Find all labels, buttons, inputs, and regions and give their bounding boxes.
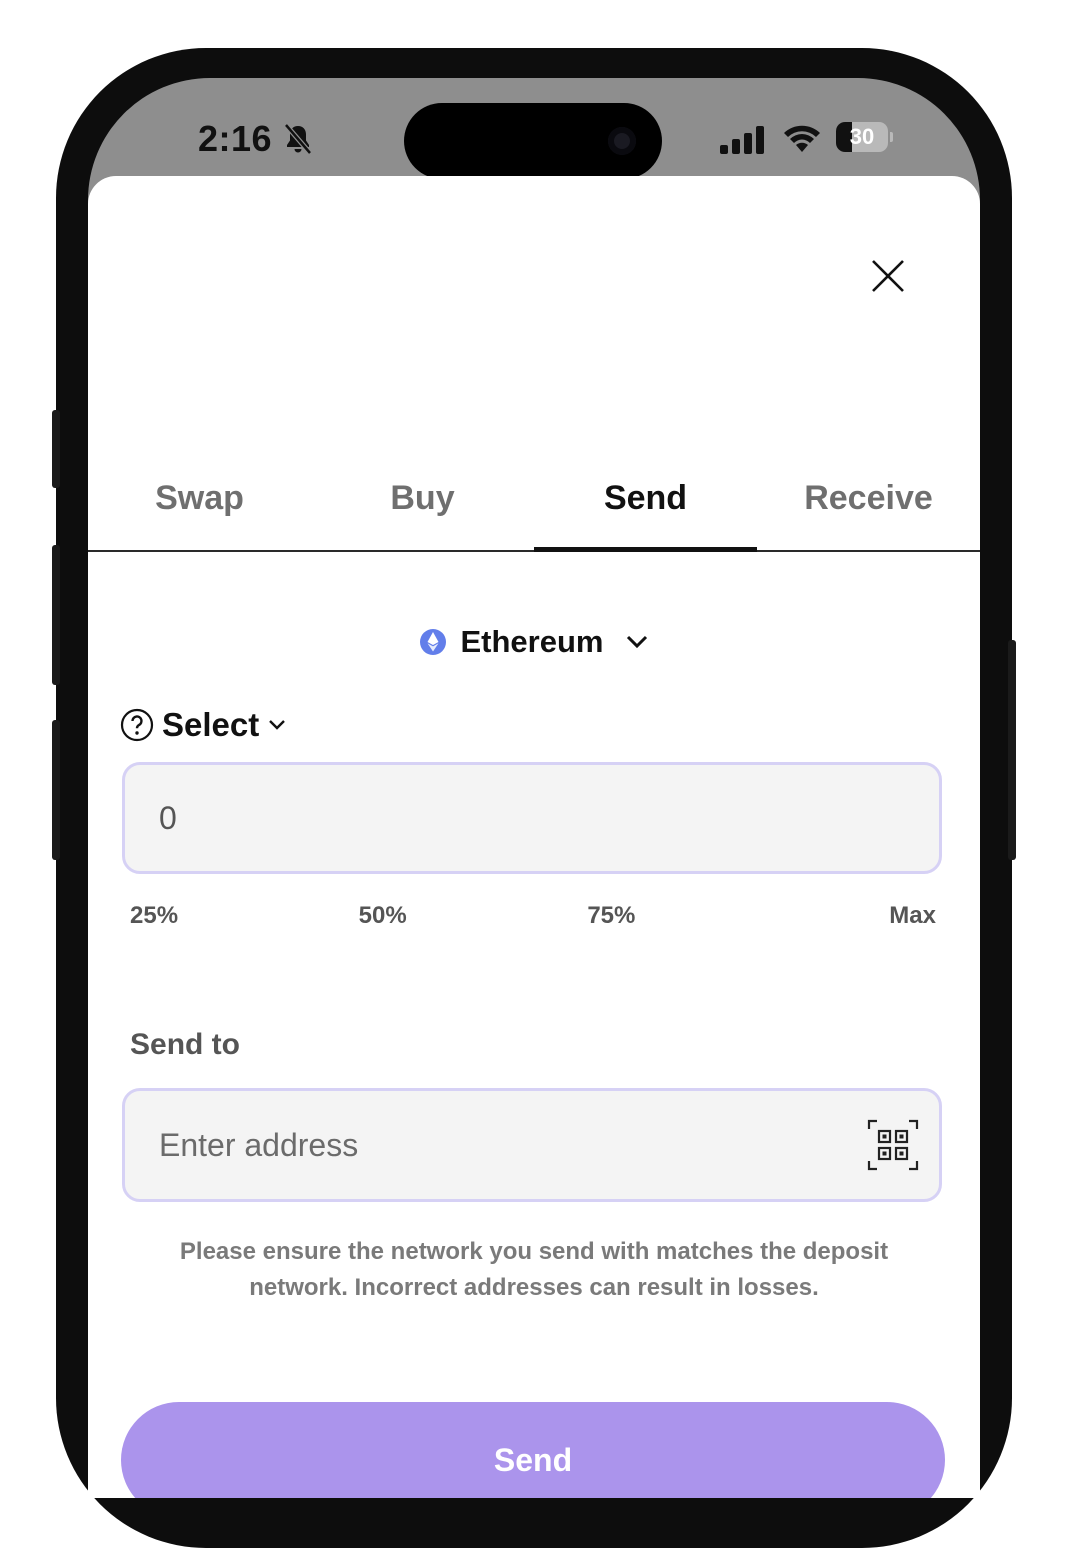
ethereum-icon: [419, 629, 446, 655]
address-field-container: [122, 1088, 942, 1202]
status-time: 2:16: [198, 118, 273, 159]
percent-50-button[interactable]: 50%: [359, 902, 479, 930]
address-input[interactable]: [125, 1091, 939, 1199]
network-selector[interactable]: Ethereum: [88, 624, 980, 664]
camera-icon: [608, 127, 636, 155]
bottom-sheet: Swap Buy Send Receive Ethereum Select 0 …: [88, 176, 980, 1498]
dynamic-island: [404, 103, 662, 179]
qr-scan-icon[interactable]: [867, 1119, 919, 1171]
token-selector[interactable]: Select: [120, 706, 287, 744]
power-button: [1008, 640, 1016, 860]
percent-25-button[interactable]: 25%: [130, 902, 250, 930]
tab-receive[interactable]: Receive: [757, 446, 980, 550]
chevron-down-icon: [269, 720, 286, 730]
chevron-down-icon: [627, 635, 648, 649]
mute-switch: [52, 410, 60, 488]
bell-slash-icon: [284, 123, 312, 155]
percent-75-button[interactable]: 75%: [587, 902, 707, 930]
max-button[interactable]: Max: [816, 902, 936, 930]
wifi-icon: [784, 125, 820, 152]
volume-up-button: [52, 545, 60, 685]
send-button[interactable]: Send: [121, 1402, 945, 1498]
tab-buy[interactable]: Buy: [311, 446, 534, 550]
percent-options: 25% 50% 75% Max: [130, 902, 936, 930]
tab-send[interactable]: Send: [534, 446, 757, 552]
send-to-label: Send to: [130, 1028, 240, 1061]
cellular-signal-icon: [720, 126, 764, 154]
question-circle-icon: [120, 708, 154, 742]
tab-bar: Swap Buy Send Receive: [88, 446, 980, 552]
tab-swap[interactable]: Swap: [88, 446, 311, 550]
battery-percent: 30: [849, 124, 875, 149]
screen: 2:16 30 Swap Buy Send Receive Ethereum S…: [88, 78, 980, 1498]
network-warning-text: Please ensure the network you send with …: [179, 1238, 889, 1301]
network-label: Ethereum: [460, 624, 604, 659]
amount-input[interactable]: [125, 765, 939, 871]
close-icon[interactable]: [868, 256, 908, 296]
amount-field-container: [122, 762, 942, 874]
battery-icon: 30: [836, 122, 893, 152]
token-label: Select: [162, 706, 260, 743]
volume-down-button: [52, 720, 60, 860]
